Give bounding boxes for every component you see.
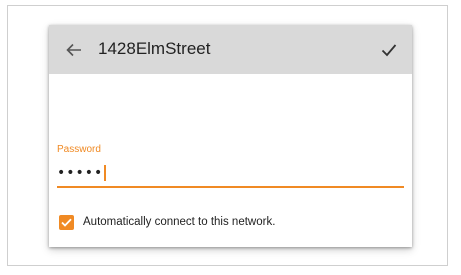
text-cursor (104, 165, 107, 181)
password-input[interactable]: ••••• (57, 162, 404, 188)
back-button[interactable] (59, 35, 89, 65)
wifi-password-dialog: 1428ElmStreet Password ••••• Automatical… (49, 25, 412, 247)
arrow-left-icon (66, 43, 81, 57)
network-name-title: 1428ElmStreet (98, 39, 211, 58)
dialog-toolbar: 1428ElmStreet (49, 25, 412, 74)
auto-connect-label: Automatically connect to this network. (83, 216, 276, 228)
checkbox-check-icon (61, 218, 72, 227)
password-label: Password (57, 144, 101, 155)
password-value: ••••• (57, 165, 104, 181)
auto-connect-checkbox[interactable] (59, 214, 74, 230)
confirm-button[interactable] (374, 35, 404, 65)
checkmark-icon (381, 44, 397, 57)
auto-connect-option[interactable]: Automatically connect to this network. (59, 213, 275, 231)
password-value-wrap: ••••• (57, 165, 107, 181)
